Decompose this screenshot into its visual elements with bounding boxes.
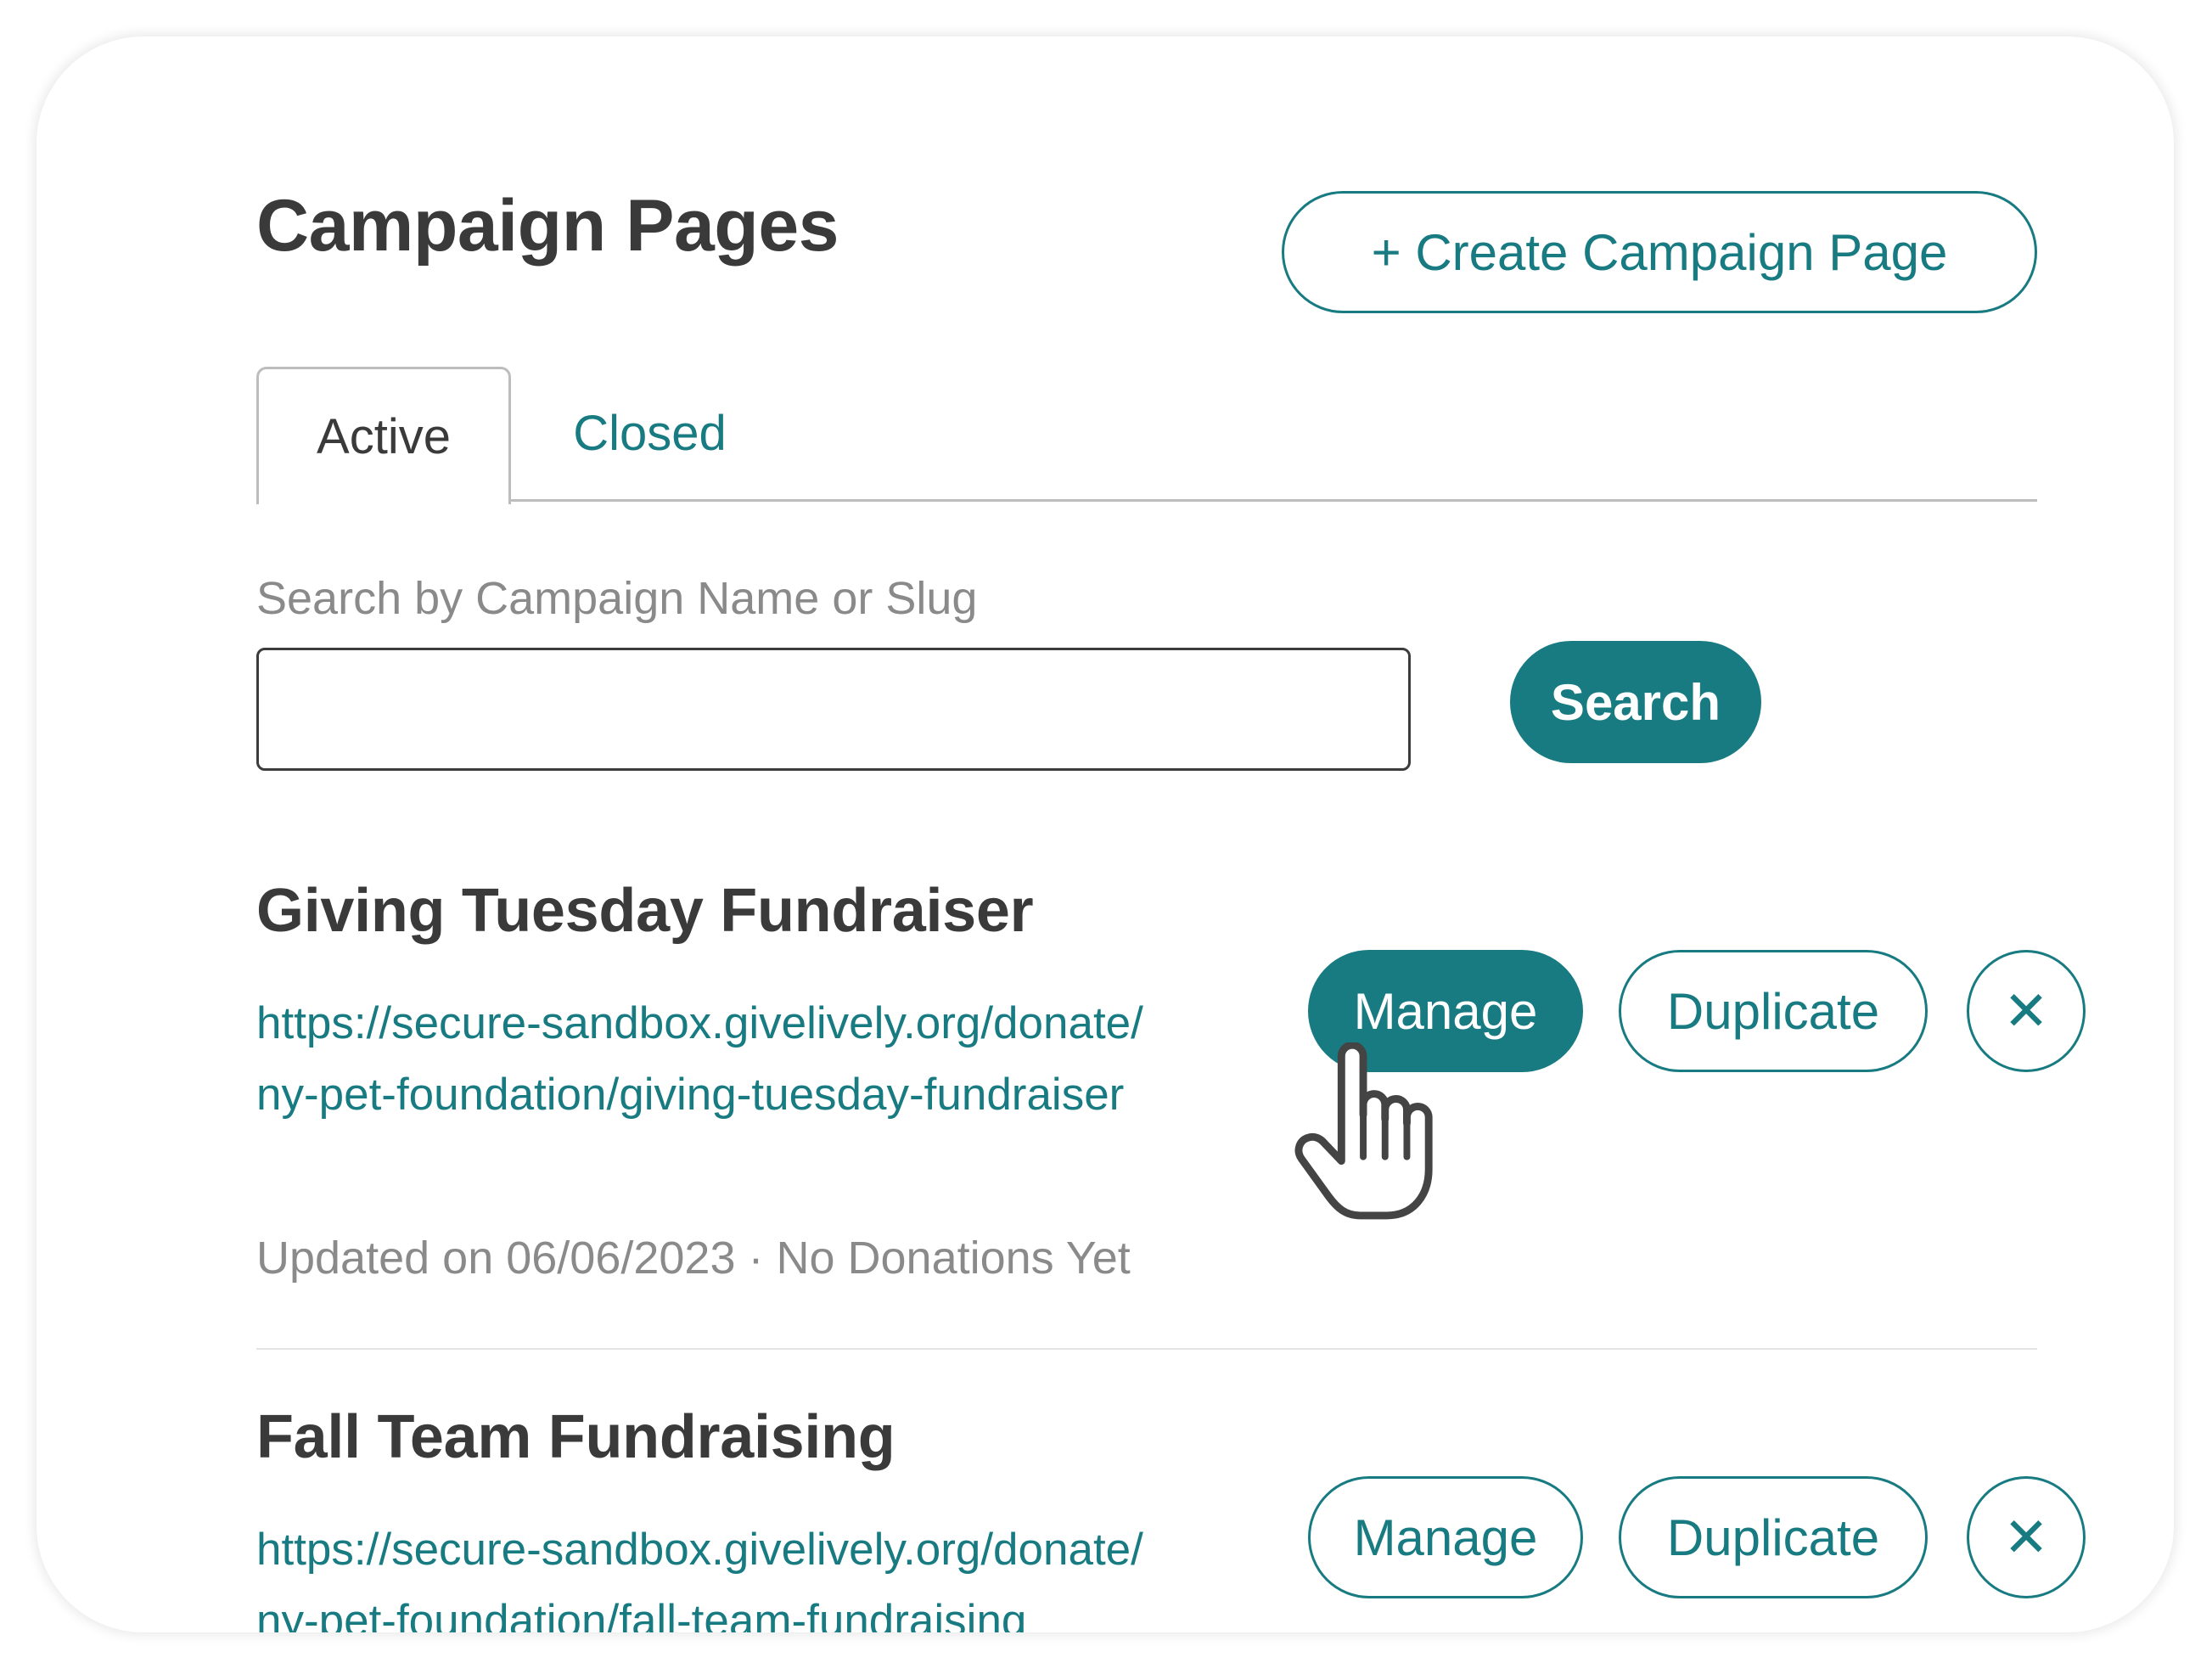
search-label: Search by Campaign Name or Slug <box>256 573 978 624</box>
close-campaign-button[interactable]: ✕ <box>1967 950 2086 1072</box>
duplicate-button[interactable]: Duplicate <box>1619 950 1928 1072</box>
campaign-title: Giving Tuesday Fundraiser <box>256 877 1034 945</box>
tab-active[interactable]: Active <box>256 367 511 504</box>
tabs-divider <box>256 499 2037 502</box>
search-button[interactable]: Search <box>1510 641 1761 763</box>
campaign-url-link[interactable]: https://secure-sandbox.givelively.org/do… <box>256 1514 1148 1632</box>
x-icon: ✕ <box>2003 980 2049 1042</box>
duplicate-button[interactable]: Duplicate <box>1619 1476 1928 1598</box>
x-icon: ✕ <box>2003 1506 2049 1568</box>
page-title: Campaign Pages <box>256 185 839 267</box>
row-divider <box>256 1348 2037 1350</box>
campaign-url-link[interactable]: https://secure-sandbox.givelively.org/do… <box>256 988 1148 1131</box>
campaign-meta: Updated on 06/06/2023 · No Donations Yet <box>256 1233 1131 1284</box>
create-campaign-page-button[interactable]: + Create Campaign Page <box>1282 191 2037 313</box>
search-input[interactable] <box>256 648 1411 771</box>
campaign-title: Fall Team Fundraising <box>256 1403 895 1471</box>
campaign-pages-card: Campaign Pages + Create Campaign Page Ac… <box>36 37 2174 1632</box>
close-campaign-button[interactable]: ✕ <box>1967 1476 2086 1598</box>
hand-pointer-icon <box>1294 1042 1433 1220</box>
manage-button[interactable]: Manage <box>1308 1476 1583 1598</box>
tab-closed[interactable]: Closed <box>512 367 788 499</box>
